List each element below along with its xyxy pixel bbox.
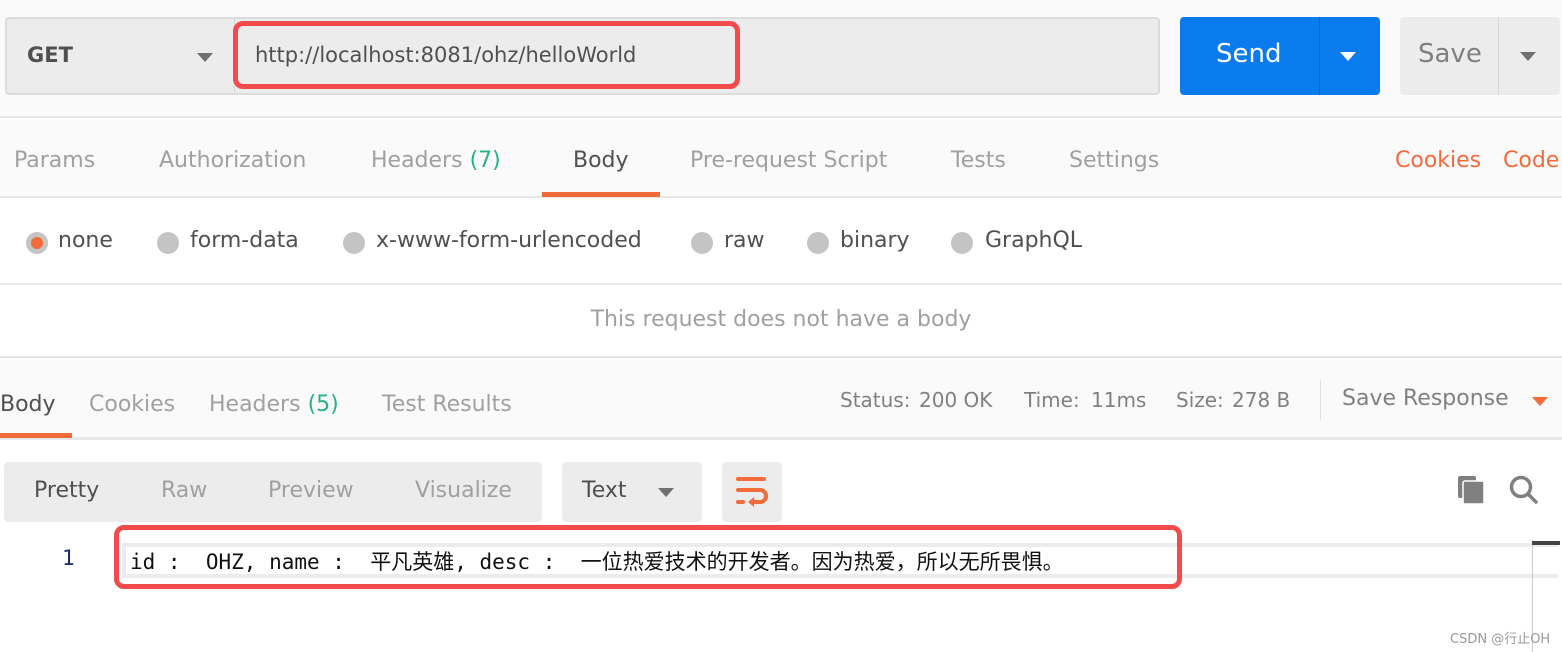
request-tabs: Params Authorization Headers (7) Body Pr… xyxy=(0,120,1562,198)
response-body-text[interactable]: id : OHZ, name : 平凡英雄, desc : 一位热爱技术的开发者… xyxy=(130,546,1064,576)
size-value: 278 B xyxy=(1232,388,1291,412)
time-value: 11ms xyxy=(1091,388,1147,412)
tab-headers-label: Headers xyxy=(209,392,301,417)
code-link[interactable]: Code xyxy=(1503,148,1559,173)
time-label: Time: xyxy=(1024,388,1080,412)
tab-tests[interactable]: Tests xyxy=(951,148,1006,173)
view-raw[interactable]: Raw xyxy=(161,478,207,503)
divider xyxy=(1320,380,1321,420)
view-visualize[interactable]: Visualize xyxy=(415,478,512,503)
send-options-chevron-icon[interactable] xyxy=(1340,52,1356,61)
body-type-radios: none form-data x-www-form-urlencoded raw… xyxy=(0,200,1562,285)
tab-headers-label: Headers xyxy=(371,148,463,173)
copy-icon[interactable] xyxy=(1456,474,1488,506)
radio-binary[interactable] xyxy=(807,232,829,254)
response-tab-headers[interactable]: Headers (5) xyxy=(209,392,339,417)
active-tab-underline xyxy=(0,433,72,438)
radio-label: raw xyxy=(724,228,765,253)
tab-body[interactable]: Body xyxy=(573,148,629,173)
radio-label: form-data xyxy=(190,228,299,253)
response-bar: Body Cookies Headers (5) Test Results St… xyxy=(0,360,1562,440)
radio-label: binary xyxy=(840,228,910,253)
active-tab-underline xyxy=(542,192,660,197)
method-select[interactable]: GET xyxy=(5,17,235,95)
view-mode-group: Pretty Raw Preview Visualize xyxy=(4,462,542,522)
watermark: CSDN @行止OH xyxy=(1450,632,1551,647)
format-select[interactable]: Text xyxy=(562,462,702,522)
divider xyxy=(1319,17,1320,95)
tab-settings[interactable]: Settings xyxy=(1069,148,1159,173)
save-response-chevron-icon[interactable] xyxy=(1532,397,1548,406)
tab-params[interactable]: Params xyxy=(14,148,95,173)
headers-count: (5) xyxy=(307,392,339,417)
radio-none[interactable] xyxy=(26,232,48,254)
view-pretty[interactable]: Pretty xyxy=(34,478,99,503)
wrap-icon xyxy=(736,477,768,507)
view-preview[interactable]: Preview xyxy=(268,478,354,503)
cookies-link[interactable]: Cookies xyxy=(1395,148,1481,173)
chevron-down-icon xyxy=(658,488,674,497)
tab-headers[interactable]: Headers (7) xyxy=(371,148,501,173)
format-value: Text xyxy=(582,478,627,503)
radio-label: x-www-form-urlencoded xyxy=(376,228,642,253)
save-options-chevron-icon[interactable] xyxy=(1520,52,1536,61)
tab-authorization[interactable]: Authorization xyxy=(159,148,306,173)
radio-label: GraphQL xyxy=(985,228,1083,253)
search-icon[interactable] xyxy=(1508,474,1540,506)
radio-label: none xyxy=(58,228,113,253)
status-label: Status: xyxy=(840,388,911,412)
size-label: Size: xyxy=(1176,388,1224,412)
save-response-button[interactable]: Save Response xyxy=(1342,386,1509,411)
wrap-lines-button[interactable] xyxy=(722,462,782,522)
radio-form-data[interactable] xyxy=(157,232,179,254)
headers-count: (7) xyxy=(469,148,501,173)
radio-raw[interactable] xyxy=(691,232,713,254)
url-value: http://localhost:8081/ohz/helloWorld xyxy=(255,43,637,67)
radio-graphql[interactable] xyxy=(951,232,973,254)
tab-pre-request-script[interactable]: Pre-request Script xyxy=(690,148,887,173)
save-button[interactable]: Save xyxy=(1400,17,1560,95)
save-label: Save xyxy=(1418,39,1482,69)
send-label: Send xyxy=(1216,39,1282,69)
line-number: 1 xyxy=(62,546,75,570)
response-tab-body[interactable]: Body xyxy=(0,392,56,417)
response-tab-cookies[interactable]: Cookies xyxy=(89,392,175,417)
scrollbar-thumb[interactable] xyxy=(1532,541,1560,545)
method-value: GET xyxy=(27,43,73,67)
response-tab-test-results[interactable]: Test Results xyxy=(382,392,512,417)
send-button[interactable]: Send xyxy=(1180,17,1380,95)
radio-x-www-form-urlencoded[interactable] xyxy=(343,232,365,254)
chevron-down-icon xyxy=(197,53,213,62)
divider xyxy=(1498,17,1499,95)
url-input[interactable]: http://localhost:8081/ohz/helloWorld xyxy=(235,17,1160,95)
no-body-message: This request does not have a body xyxy=(0,287,1562,358)
status-value: 200 OK xyxy=(919,388,993,412)
